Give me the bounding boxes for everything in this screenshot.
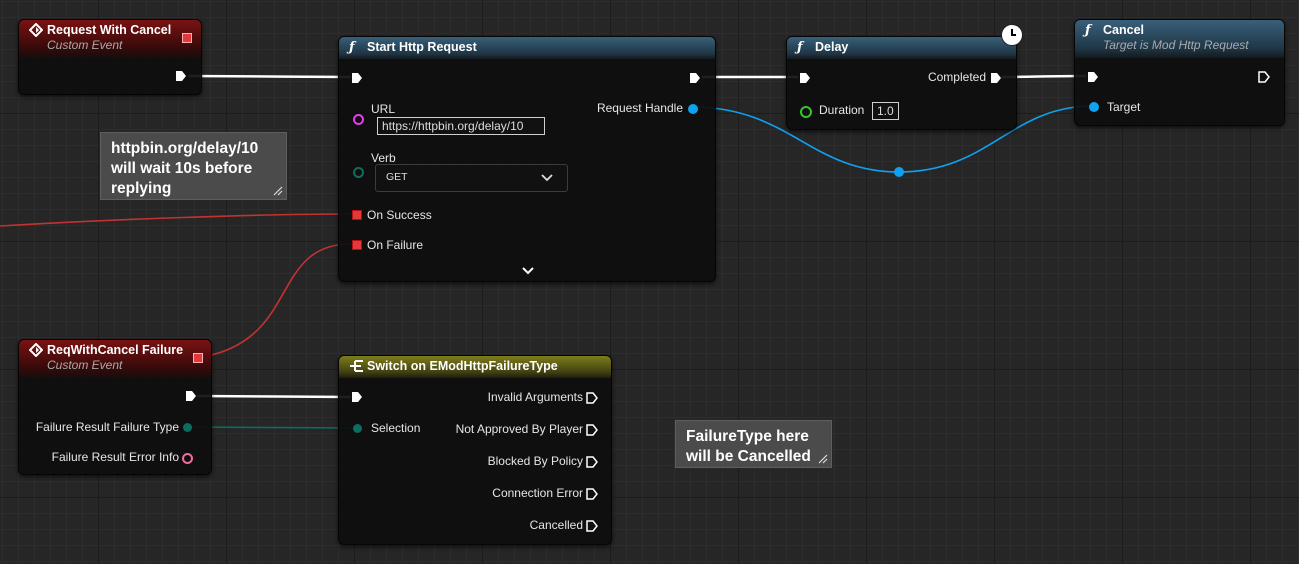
comment-text: FailureType here will be Cancelled — [686, 428, 811, 465]
on-failure-pin[interactable] — [352, 240, 362, 250]
duration-label: Duration — [819, 103, 865, 117]
error-info-label: Failure Result Error Info — [51, 450, 179, 464]
float-input-pin[interactable] — [800, 106, 812, 118]
function-f-icon: ƒ — [1085, 23, 1091, 38]
node-subtitle: Custom Event — [47, 38, 123, 52]
on-success-pin[interactable] — [352, 210, 362, 220]
verb-dropdown[interactable]: GET — [375, 164, 568, 192]
string-input-pin[interactable] — [353, 114, 364, 125]
comment-failure-note[interactable]: FailureType here will be Cancelled — [675, 420, 832, 468]
clock-icon — [1001, 24, 1023, 46]
delegate-wire-failure — [201, 243, 352, 358]
completed-label: Completed — [927, 70, 986, 84]
node-header: ReqWithCancel Failure Custom Event — [19, 340, 211, 378]
node-title: Delay — [815, 40, 849, 54]
event-diamond-icon — [28, 342, 44, 361]
output-blocked-by-policy-label: Blocked By Policy — [487, 454, 583, 468]
on-success-label: On Success — [367, 208, 432, 222]
exec-input-pin[interactable] — [351, 391, 363, 403]
delegate-output-pin[interactable] — [182, 33, 192, 43]
output-not-approved-label: Not Approved By Player — [455, 422, 583, 436]
node-header: Request With Cancel Custom Event — [19, 20, 201, 58]
node-switch-failure-type[interactable]: Switch on EModHttpFailureType Selection … — [338, 355, 612, 545]
node-title: Start Http Request — [367, 40, 477, 54]
node-request-with-cancel[interactable]: Request With Cancel Custom Event — [18, 19, 202, 95]
node-start-http-request[interactable]: ƒ Start Http Request URL https://httpbin… — [338, 36, 716, 282]
struct-output-pin[interactable] — [182, 453, 193, 464]
comment-text: httpbin.org/delay/10 will wait 10s befor… — [111, 140, 259, 197]
node-cancel[interactable]: ƒ Cancel Target is Mod Http Request Targ… — [1074, 19, 1285, 126]
verb-selected-value: GET — [386, 171, 408, 183]
request-handle-label: Request Handle — [596, 101, 683, 115]
exec-output-pin[interactable] — [1258, 71, 1270, 83]
event-diamond-icon — [28, 22, 44, 41]
failure-type-label: Failure Result Failure Type — [35, 420, 179, 434]
node-title: Cancel — [1103, 23, 1144, 37]
resize-grip-icon[interactable] — [271, 184, 283, 196]
exec-output-pin[interactable] — [990, 72, 1002, 84]
duration-input[interactable]: 1.0 — [872, 102, 899, 120]
exec-wire-failure-to-switch — [196, 394, 352, 399]
exec-output-not-approved-pin[interactable] — [586, 424, 598, 436]
node-header: ƒ Cancel Target is Mod Http Request — [1075, 20, 1284, 58]
output-connection-error-label: Connection Error — [492, 486, 583, 500]
enum-output-pin[interactable] — [183, 423, 192, 432]
comment-delay-note[interactable]: httpbin.org/delay/10 will wait 10s befor… — [100, 132, 287, 200]
node-title: ReqWithCancel Failure — [47, 343, 184, 357]
node-title: Request With Cancel — [47, 23, 172, 37]
function-f-icon: ƒ — [349, 40, 355, 55]
exec-output-connection-error-pin[interactable] — [586, 488, 598, 500]
chevron-down-icon — [541, 174, 553, 182]
enum-wire-failure-type — [187, 426, 357, 429]
exec-input-pin[interactable] — [351, 72, 363, 84]
exec-output-pin[interactable] — [185, 390, 197, 402]
delegate-output-pin[interactable] — [193, 353, 203, 363]
enum-input-pin[interactable] — [353, 167, 364, 178]
node-subtitle: Target is Mod Http Request — [1103, 38, 1249, 52]
on-failure-label: On Failure — [367, 238, 424, 252]
exec-output-invalid-arguments-pin[interactable] — [586, 392, 598, 404]
exec-output-pin[interactable] — [689, 72, 701, 84]
function-f-icon: ƒ — [797, 40, 803, 55]
exec-input-pin[interactable] — [1087, 71, 1099, 83]
exec-output-blocked-pin[interactable] — [586, 456, 598, 468]
output-invalid-arguments-label: Invalid Arguments — [487, 390, 583, 404]
node-reqwithcancel-failure[interactable]: ReqWithCancel Failure Custom Event Failu… — [18, 339, 212, 475]
delegate-wire-success — [0, 213, 352, 227]
exec-output-cancelled-pin[interactable] — [586, 520, 598, 532]
node-header: ƒ Delay — [787, 37, 1016, 59]
resize-grip-icon[interactable] — [816, 452, 828, 464]
node-header: Switch on EModHttpFailureType — [339, 356, 611, 378]
url-input[interactable]: https://httpbin.org/delay/10 — [377, 117, 545, 135]
target-label: Target — [1107, 100, 1141, 114]
exec-wire-event-to-start — [187, 74, 352, 79]
selection-label: Selection — [371, 421, 421, 435]
url-label: URL — [371, 102, 396, 116]
object-input-pin[interactable] — [1089, 102, 1099, 112]
exec-input-pin[interactable] — [799, 72, 811, 84]
output-cancelled-label: Cancelled — [529, 518, 583, 532]
object-output-pin[interactable] — [688, 104, 698, 114]
switch-icon — [349, 359, 365, 377]
reroute-knot — [894, 167, 904, 177]
chevron-down-icon[interactable] — [522, 267, 534, 275]
node-header: ƒ Start Http Request — [339, 37, 715, 59]
node-subtitle: Custom Event — [47, 358, 123, 372]
enum-input-pin[interactable] — [353, 424, 362, 433]
verb-label: Verb — [371, 151, 396, 165]
node-title: Switch on EModHttpFailureType — [367, 359, 558, 373]
exec-output-pin[interactable] — [175, 70, 187, 82]
node-delay[interactable]: ƒ Delay Completed Duration 1.0 — [786, 36, 1017, 130]
